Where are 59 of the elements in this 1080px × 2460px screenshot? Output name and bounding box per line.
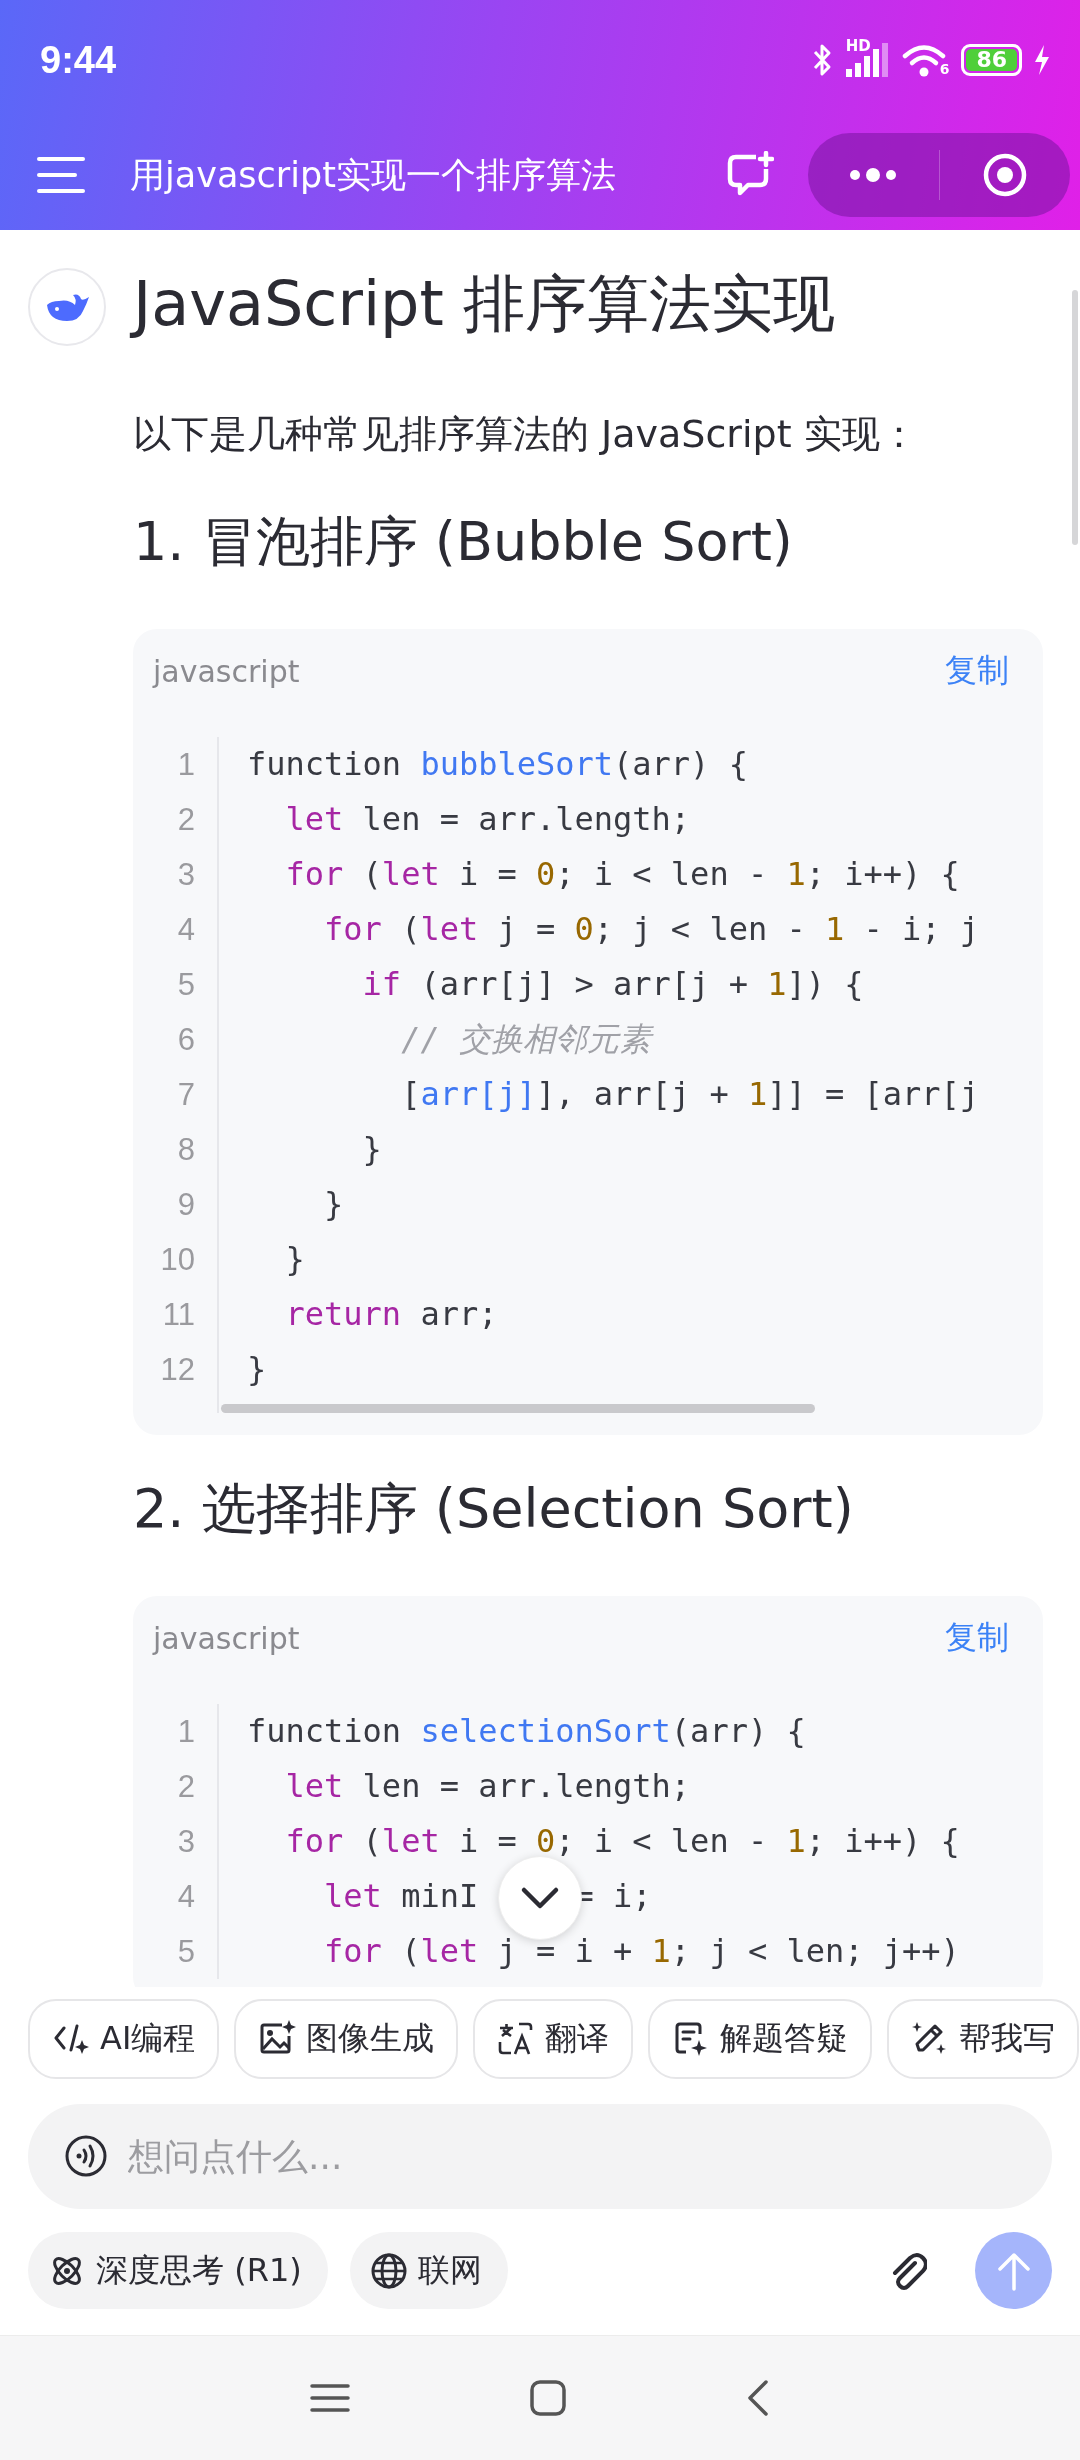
line-number: 5: [176, 1933, 195, 1971]
code-line: }: [323, 1184, 344, 1225]
more-icon: [848, 168, 899, 182]
globe-icon: [369, 2251, 408, 2290]
code-line: for (let i = 0; i < len - 1; i++) {: [284, 854, 960, 895]
line-number: 2: [176, 801, 195, 839]
answer-text: 以下是几种常见排序算法的 JavaScript 实现：: [133, 411, 919, 458]
line-number: 10: [159, 1241, 195, 1279]
arrow-up-icon: [995, 2250, 1032, 2291]
toggle-chip[interactable]: 联网: [349, 2232, 508, 2309]
line-number: 2: [176, 1768, 195, 1806]
code-line: [arr[j]], arr[j + 1]] = [arr[j: [400, 1074, 980, 1115]
shortcut-chip[interactable]: 翻译: [473, 1999, 634, 2079]
code-line: if (arr[j] > arr[j + 1]) {: [361, 964, 864, 1005]
section-heading: 2. 选择排序 (Selection Sort): [133, 1476, 855, 1542]
code-line: for (let j = 0; j < len - 1 - i; j: [323, 909, 980, 950]
code-language: javascript: [153, 653, 300, 689]
code-line: for (let i = 0; i < len - 1; i++) {: [284, 1821, 960, 1862]
battery-icon: 86: [961, 44, 1022, 76]
line-number: 12: [159, 1351, 195, 1389]
line-number: 11: [161, 1296, 195, 1334]
line-number: 8: [176, 1131, 195, 1169]
line-number: 3: [176, 856, 195, 894]
code-line: }: [247, 1349, 267, 1390]
clock: 9:44: [40, 38, 117, 82]
line-number: 1: [176, 1713, 195, 1751]
line-number: 1: [176, 746, 195, 784]
code-line: for (let j = i + 1; j < len; j++): [323, 1931, 960, 1972]
shortcut-chip[interactable]: 图像生成: [234, 1999, 459, 2079]
shortcut-chip[interactable]: 解题答疑: [648, 1999, 873, 2079]
home-button[interactable]: [529, 2379, 567, 2417]
wifi-version-label: 6: [939, 61, 950, 77]
code-line: let minI: [323, 1876, 479, 1917]
line-number: 9: [176, 1186, 195, 1224]
section-heading: 1. 冒泡排序 (Bubble Sort): [133, 509, 794, 575]
back-button[interactable]: [746, 2379, 771, 2417]
code-line: let len = arr.length;: [284, 1766, 691, 1807]
voice-icon: [64, 2134, 108, 2178]
line-number: 5: [176, 966, 195, 1004]
network-type-label: HD: [845, 37, 871, 55]
code-line: }: [361, 1129, 382, 1170]
line-number: 4: [176, 1878, 195, 1916]
code-line: function selectionSort(arr) {: [247, 1711, 806, 1752]
message-input[interactable]: 想问点什么...: [28, 2104, 1052, 2209]
line-number: 7: [176, 1076, 195, 1114]
shortcut-chip[interactable]: AI编程: [28, 1999, 220, 2079]
code-line: return arr;: [284, 1294, 498, 1335]
shortcut-chip[interactable]: 帮我写: [887, 1999, 1080, 2079]
recent-apps-button[interactable]: [309, 2383, 350, 2413]
chat-title: 用javascript实现一个排序算法: [130, 153, 617, 197]
line-number: 6: [176, 1021, 195, 1059]
line-number: 3: [176, 1823, 195, 1861]
line-number: 4: [176, 911, 195, 949]
code-line: let len = arr.length;: [284, 799, 691, 840]
code-line: }: [284, 1239, 305, 1280]
toggle-chip[interactable]: 深度思考 (R1): [28, 2232, 328, 2309]
code-line: function bubbleSort(arr) {: [247, 744, 748, 785]
code-language: javascript: [153, 1620, 300, 1656]
chevron-down-icon: [520, 1886, 560, 1910]
